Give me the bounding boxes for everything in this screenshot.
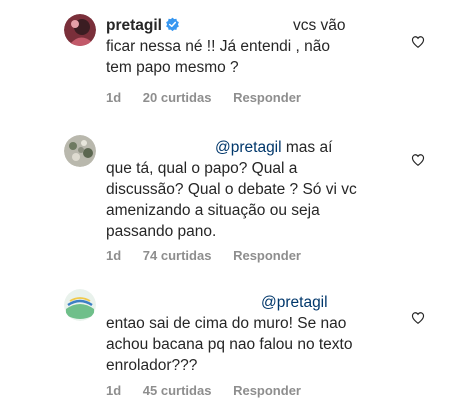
comment-meta: 1d 74 curtidas Responder — [106, 248, 319, 263]
comment-text: @pretagil entao sai de cima do muro! Se … — [106, 292, 396, 376]
comment-body-line: achou bacana pq nao falou no texto — [106, 336, 353, 353]
heart-outline-icon[interactable] — [411, 35, 425, 49]
avatar-image — [64, 14, 96, 46]
comment-meta: 1d 45 curtidas Responder — [106, 383, 319, 398]
comment-body-line: amenizando a situação ou seja — [106, 202, 320, 219]
comment-age[interactable]: 1d — [106, 90, 121, 105]
comment-body-line: discussão? Qual o debate ? Só vi vc — [106, 181, 357, 198]
avatar-image — [64, 289, 96, 321]
comment-body-line: entao sai de cima do muro! Se nao — [106, 315, 347, 332]
comment-body-line: tem papo mesmo ? — [106, 59, 239, 76]
comment-body-line: vcs vão — [292, 17, 346, 34]
reply-button[interactable]: Responder — [233, 248, 301, 263]
reply-button[interactable]: Responder — [233, 383, 301, 398]
comment-text: @pretagil mas aí que tá, qual o papo? Qu… — [106, 137, 396, 242]
comment-body-line: passando pano. — [106, 223, 217, 240]
comment-likes-count[interactable]: 45 curtidas — [143, 383, 212, 398]
comment-meta: 1d 20 curtidas Responder — [106, 90, 319, 105]
comment-likes-count[interactable]: 20 curtidas — [143, 90, 212, 105]
comment-age[interactable]: 1d — [106, 248, 121, 263]
comment-text: pretagil vcs vão ficar nessa né !! Já en… — [106, 15, 396, 78]
comment-age[interactable]: 1d — [106, 383, 121, 398]
heart-outline-icon[interactable] — [411, 153, 425, 167]
reply-button[interactable]: Responder — [233, 90, 301, 105]
comment-likes-count[interactable]: 74 curtidas — [143, 248, 212, 263]
mention-link[interactable]: @pretagil — [261, 294, 328, 311]
avatar[interactable] — [64, 14, 96, 46]
comment-body-line: que tá, qual o papo? Qual a — [106, 160, 298, 177]
avatar[interactable] — [64, 289, 96, 321]
heart-outline-icon[interactable] — [411, 311, 425, 325]
mention-link[interactable]: @pretagil — [215, 139, 282, 156]
verified-badge-icon — [166, 17, 179, 32]
avatar-image — [64, 135, 96, 167]
comment-username[interactable]: pretagil — [106, 17, 162, 34]
comment-body-line: ficar nessa né !! Já entendi , não — [106, 38, 331, 55]
avatar[interactable] — [64, 135, 96, 167]
comment-body-line: enrolador??? — [106, 357, 198, 374]
comment-body-line: mas aí — [285, 139, 333, 156]
